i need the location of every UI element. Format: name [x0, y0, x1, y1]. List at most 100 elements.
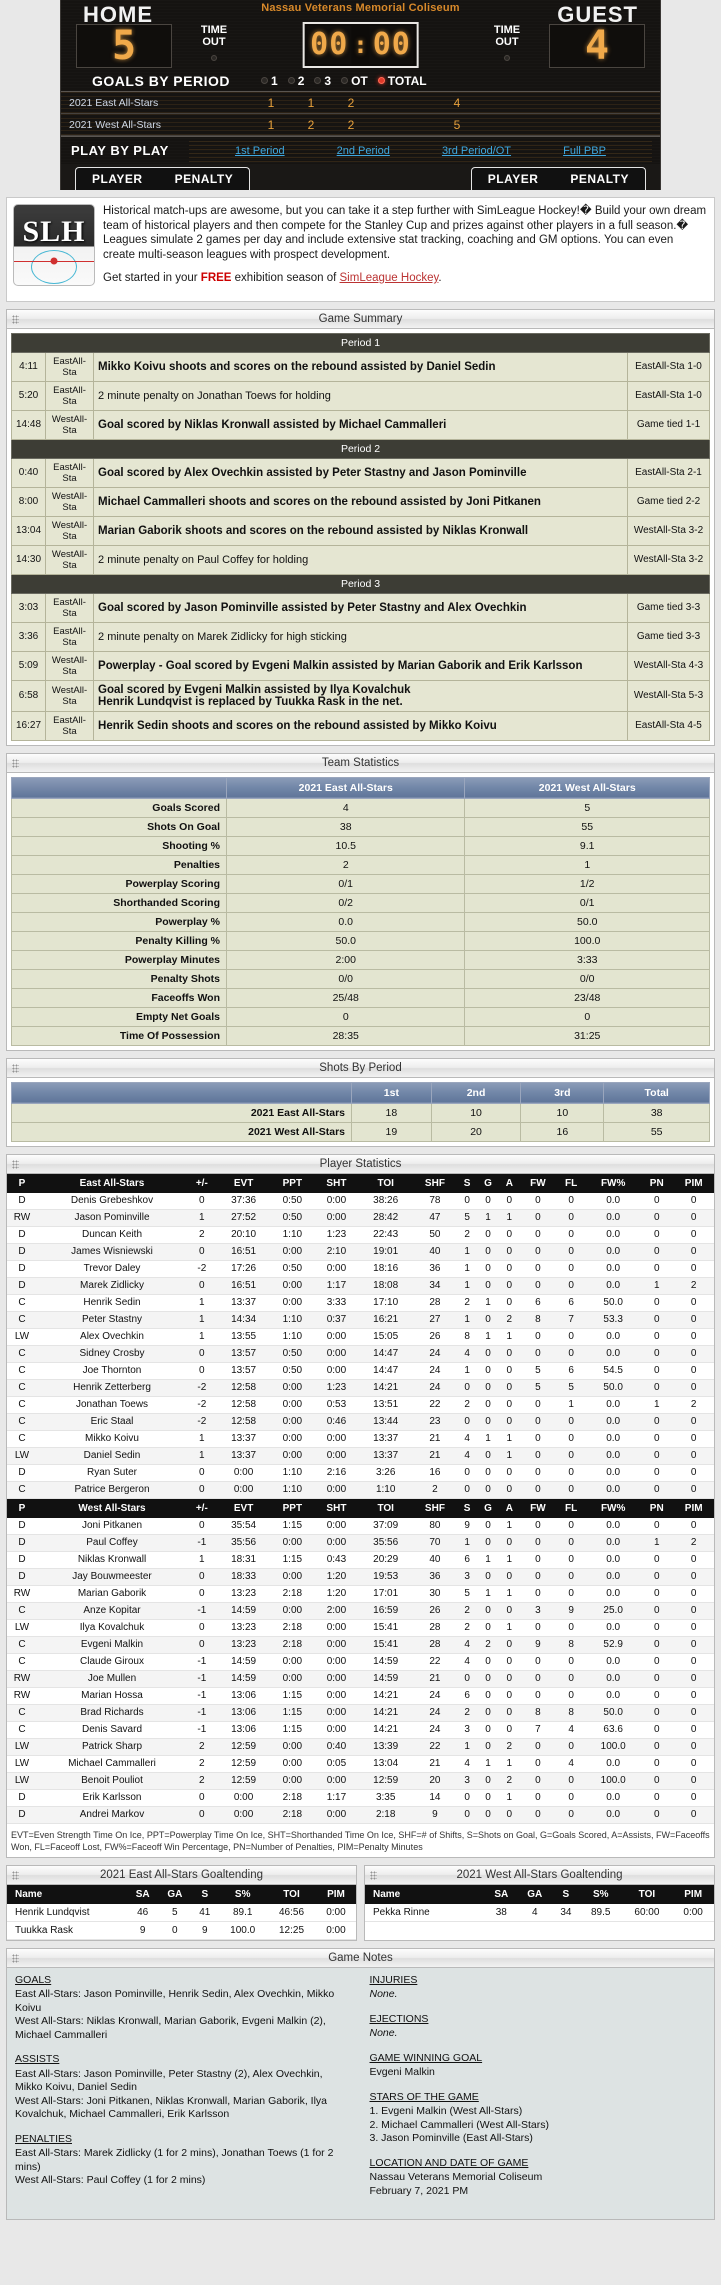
team-stat-label: Empty Net Goals	[11, 1006, 227, 1027]
player-header-shf: SHF	[412, 1173, 458, 1193]
pbp-link-2nd-period[interactable]: 2nd Period	[337, 145, 390, 157]
pbp-link-3rd-period-ot[interactable]: 3rd Period/OT	[442, 145, 511, 157]
player-g: 1	[477, 1551, 499, 1569]
player-evt: 18:33	[216, 1568, 271, 1586]
shots-p3: 10	[520, 1102, 605, 1123]
player-s: 1	[457, 1277, 478, 1295]
player-g: 0	[477, 1670, 499, 1688]
player-fl: 0	[556, 1243, 587, 1261]
event-team: WestAll-Sta	[45, 409, 95, 440]
game-note-heading: LOCATION AND DATE OF GAME	[369, 2156, 529, 2169]
table-row: C Mikko Koivu 1 13:37 0:00 0:00 13:37 21 4 1 1 0 0 0.…	[7, 1430, 714, 1448]
player-a: 0	[498, 1670, 520, 1688]
goals-p2: 2	[307, 117, 315, 132]
player-header-toi: TOI	[358, 1173, 413, 1193]
player-pim: 0	[673, 1636, 714, 1654]
game-summary-event-row: 3:36 EastAll-Sta 2 minute penalty on Marek…	[10, 621, 710, 652]
player-toi: 15:05	[358, 1328, 413, 1346]
player-ppt: 0:50	[270, 1260, 315, 1278]
drag-grip-icon[interactable]	[12, 1063, 19, 1073]
player-pim: 0	[673, 1430, 714, 1448]
goals-total: 5	[453, 117, 461, 132]
game-note-heading: GAME WINNING GOAL	[369, 2051, 483, 2064]
player-pim: 0	[673, 1517, 714, 1535]
table-row: C Jonathan Toews -2 12:58 0:00 0:53 13:51 22 2 0 0…	[7, 1396, 714, 1414]
game-note-line: Evgeni Malkin	[369, 2066, 435, 2078]
east-tab-penalty[interactable]: PENALTY	[159, 168, 250, 190]
game-summary-panel: Game Summary Period 1 4:11 EastAll-Sta Mikk…	[6, 308, 715, 746]
player-ppt: 0:00	[270, 1243, 315, 1261]
player-evt: 0:00	[216, 1481, 271, 1499]
player-sht: 0:00	[314, 1653, 359, 1671]
player-toi: 13:04	[358, 1755, 413, 1773]
game-note-line: East All-Stars: Jason Pominville, Henrik…	[15, 1988, 335, 2014]
player-fw: 0	[519, 1806, 557, 1824]
guest-score-display: 4	[549, 24, 645, 68]
player-evt: 37:36	[216, 1192, 271, 1210]
period-column-total: TOTAL	[377, 74, 427, 88]
drag-grip-icon[interactable]	[12, 1159, 19, 1169]
shots-p1: 19	[351, 1121, 432, 1142]
player-g: 0	[477, 1602, 499, 1620]
player-ppt: 1:10	[270, 1481, 315, 1499]
drag-grip-icon[interactable]	[12, 1953, 19, 1963]
game-note-block: INJURIES None.	[370, 1974, 707, 2002]
player-a: 0	[498, 1379, 520, 1397]
player-fl: 0	[556, 1670, 587, 1688]
drag-grip-icon[interactable]	[370, 1870, 377, 1880]
player-header-s: S	[457, 1173, 478, 1193]
player-pn: 0	[640, 1260, 674, 1278]
player-position: RW	[7, 1209, 37, 1227]
table-row: RW Marian Hossa -1 13:06 1:15 0:00 14:21 24 6 0 0 0…	[7, 1687, 714, 1705]
table-row: LW Michael Cammalleri 2 12:59 0:00 0:05 13:04 2…	[7, 1755, 714, 1773]
player-pn: 0	[640, 1481, 674, 1499]
player-sht: 0:37	[314, 1311, 359, 1329]
player-fwp: 0.0	[586, 1243, 641, 1261]
player-fwp: 0.0	[586, 1653, 641, 1671]
west-tab-player[interactable]: PLAYER	[472, 168, 555, 190]
player-name: Andrei Markov	[37, 1806, 187, 1824]
event-time: 8:00	[10, 486, 47, 517]
team-stat-east-value: 0.0	[225, 911, 466, 932]
player-position: C	[7, 1311, 37, 1329]
table-row: D Jay Bouwmeester 0 18:33 0:00 1:20 19:53 36 3 0 0…	[7, 1568, 714, 1586]
pbp-link-1st-period[interactable]: 1st Period	[235, 145, 285, 157]
player-name: Marian Hossa	[37, 1687, 187, 1705]
player-statistics-header-row: P West All-Stars +/- EVT PPT SHT TOI SHF S G A FW FL…	[7, 1498, 714, 1518]
table-row: C Eric Staal -2 12:58 0:00 0:46 13:44 23 0 0 0 0 0 0.…	[7, 1413, 714, 1431]
player-a: 1	[498, 1585, 520, 1603]
player-fl: 0	[556, 1413, 587, 1431]
event-time: 14:48	[10, 409, 47, 440]
player-header-team: East All-Stars	[37, 1173, 187, 1193]
player-s: 2	[457, 1602, 478, 1620]
player-pim: 0	[673, 1328, 714, 1346]
player-position: C	[7, 1602, 37, 1620]
team-stat-label: Penalty Killing %	[11, 930, 227, 951]
period-lamp-icon	[314, 77, 322, 84]
team-stat-east-value: 0/0	[225, 968, 466, 989]
player-sht: 1:17	[314, 1277, 359, 1295]
game-notes-left-column: GOALS East All-Stars: Jason Pominville, H…	[15, 1974, 352, 2210]
team-statistics-title: Team Statistics	[321, 756, 400, 769]
game-notes-right-column: INJURIES None. EJECTIONS None. GAME WINNING …	[370, 1974, 707, 2210]
player-g: 0	[477, 1653, 499, 1671]
event-time: 5:20	[10, 380, 47, 411]
drag-grip-icon[interactable]	[12, 314, 19, 324]
west-tab-penalty[interactable]: PENALTY	[554, 168, 645, 190]
player-pm: 0	[187, 1585, 217, 1603]
drag-grip-icon[interactable]	[12, 758, 19, 768]
player-pim: 0	[673, 1226, 714, 1244]
simleague-hockey-link[interactable]: SimLeague Hockey	[340, 272, 439, 284]
drag-grip-icon[interactable]	[12, 1870, 19, 1880]
player-a: 1	[498, 1551, 520, 1569]
team-statistics-row: Penalty Shots 0/0 0/0	[11, 968, 710, 989]
player-s: 4	[457, 1345, 478, 1363]
east-tab-player[interactable]: PLAYER	[76, 168, 159, 190]
player-ppt: 0:50	[270, 1362, 315, 1380]
home-timeout-label-1: TIME	[200, 24, 228, 36]
player-pm: 0	[187, 1806, 217, 1824]
pbp-link-full-pbp[interactable]: Full PBP	[563, 145, 606, 157]
player-name: Benoit Pouliot	[37, 1772, 187, 1790]
player-evt: 12:59	[216, 1755, 271, 1773]
player-g: 0	[477, 1311, 499, 1329]
